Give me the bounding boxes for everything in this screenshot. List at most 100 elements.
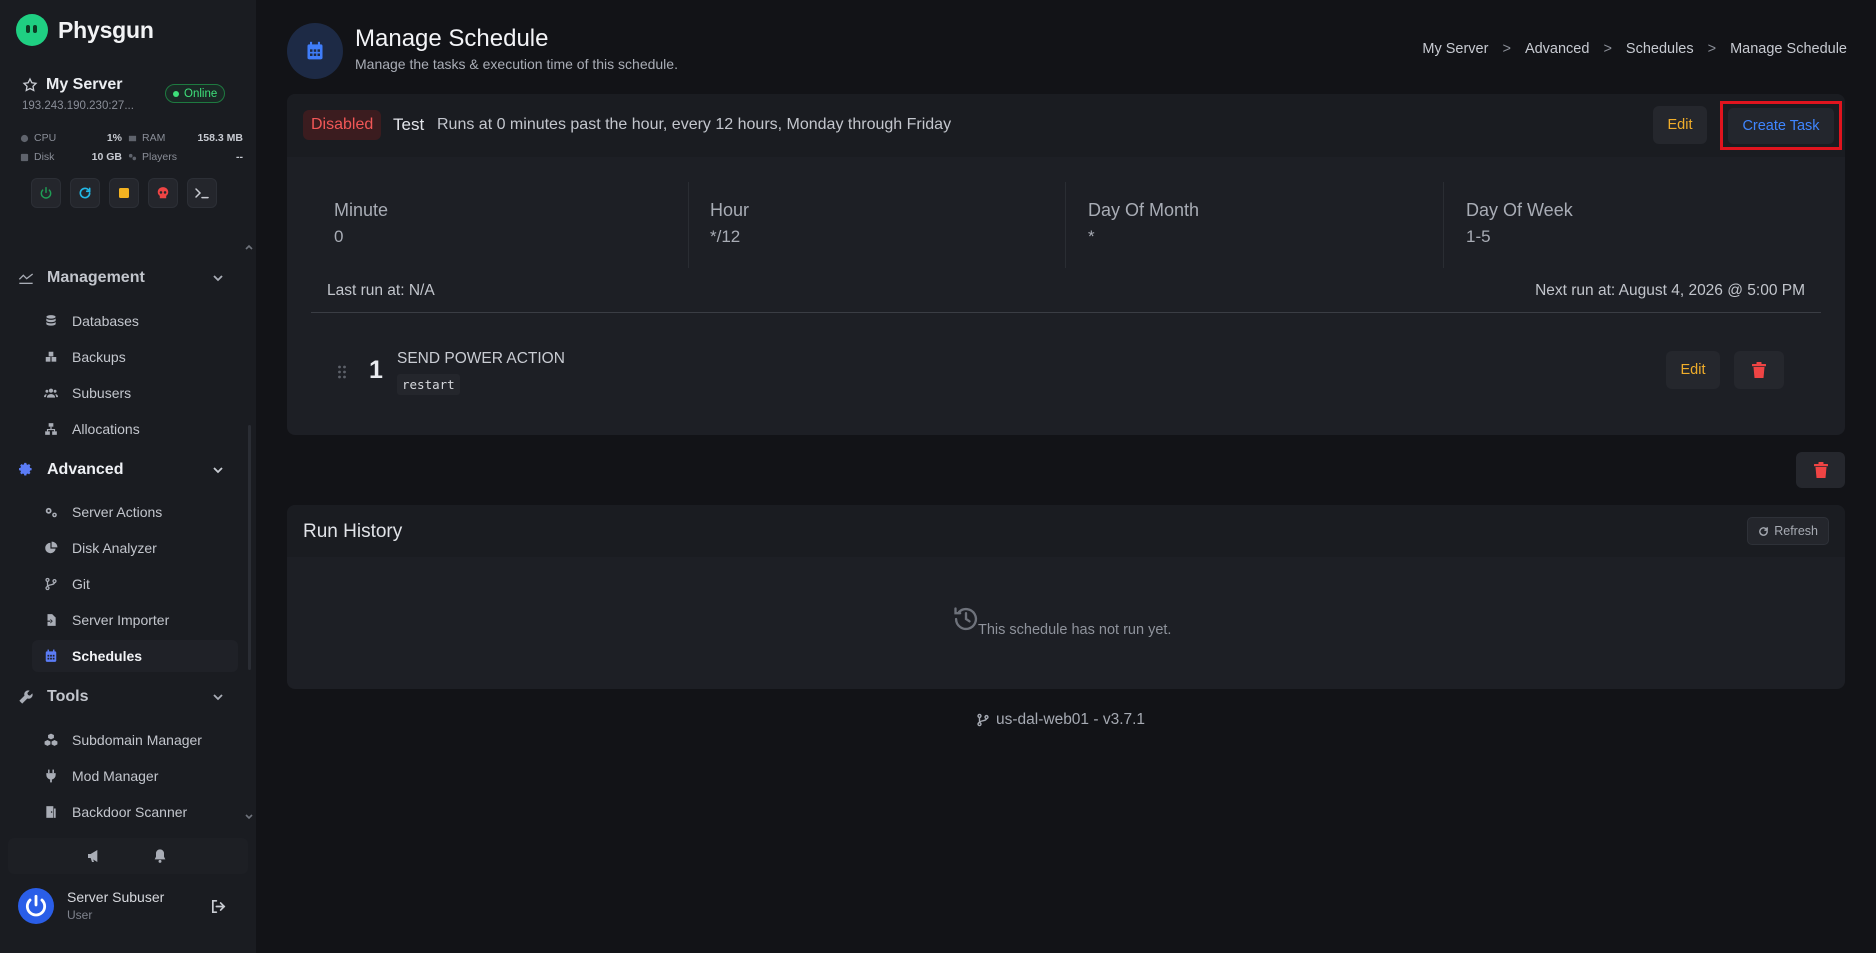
calendar-icon — [307, 41, 323, 60]
schedule-card: Disabled Test Runs at 0 minutes past the… — [287, 94, 1845, 435]
page-subtitle: Manage the tasks & execution time of thi… — [355, 56, 678, 72]
task-number: 1 — [369, 356, 383, 384]
sidebar: Physgun My Server Online 193.243.190.230… — [0, 0, 256, 953]
nav-section-label: Advanced — [47, 461, 124, 478]
scroll-up-chevron-icon[interactable] — [244, 242, 254, 252]
sidebar-item-backups[interactable]: Backups — [32, 341, 238, 373]
cron-day-of-month: Day Of Month * — [1065, 182, 1443, 268]
history-icon — [954, 607, 978, 631]
sidebar-item-schedules[interactable]: Schedules — [32, 640, 238, 672]
edit-task-button[interactable]: Edit — [1666, 351, 1720, 389]
breadcrumb-advanced[interactable]: Advanced — [1525, 41, 1590, 57]
sidebar-item-label: Subdomain Manager — [72, 732, 202, 748]
network-icon — [45, 423, 57, 435]
sidebar-item-databases[interactable]: Databases — [32, 305, 238, 337]
sidebar-item-label: Backups — [72, 349, 126, 365]
megaphone-icon[interactable] — [86, 848, 102, 864]
scroll-down-chevron-icon[interactable] — [244, 812, 254, 822]
sidebar-item-mod-manager[interactable]: Mod Manager — [32, 760, 238, 792]
refresh-button[interactable]: Refresh — [1747, 517, 1829, 545]
page-title: Manage Schedule — [355, 25, 549, 52]
schedule-header: Disabled Test Runs at 0 minutes past the… — [287, 94, 1845, 157]
wrench-icon — [19, 690, 33, 704]
sidebar-item-backdoor-scanner[interactable]: Backdoor Scanner — [32, 796, 238, 828]
empty-state-text: This schedule has not run yet. — [978, 622, 1172, 638]
logout-icon[interactable] — [210, 898, 227, 915]
server-card: My Server Online 193.243.190.230:27... C… — [8, 64, 248, 222]
ram-icon — [128, 135, 137, 141]
restart-button[interactable] — [70, 178, 100, 208]
cpu-stat-label: CPU — [20, 132, 56, 144]
breadcrumb-my-server[interactable]: My Server — [1422, 41, 1488, 57]
sidebar-item-subdomain-manager[interactable]: Subdomain Manager — [32, 724, 238, 756]
version-text: us-dal-web01 - v3.7.1 — [996, 711, 1146, 728]
server-ip[interactable]: 193.243.190.230:27... — [22, 100, 134, 112]
drag-handle-icon[interactable] — [337, 365, 347, 379]
edit-schedule-button[interactable]: Edit — [1653, 106, 1707, 144]
trash-icon — [1813, 462, 1828, 478]
plug-icon — [46, 769, 56, 783]
sidebar-item-label: Git — [72, 576, 90, 592]
brand[interactable]: Physgun — [16, 14, 154, 46]
nav-section-label: Management — [47, 269, 145, 286]
sidebar-item-label: Subusers — [72, 385, 132, 401]
chevron-down-icon — [213, 694, 223, 701]
schedule-description: Runs at 0 minutes past the hour, every 1… — [437, 116, 952, 133]
calendar-icon — [45, 649, 57, 662]
delete-schedule-button[interactable] — [1796, 452, 1845, 488]
gears-icon — [45, 507, 57, 518]
divider — [311, 312, 1821, 313]
sidebar-item-subusers[interactable]: Subusers — [32, 377, 238, 409]
bell-icon[interactable] — [152, 848, 168, 864]
sidebar-scrollbar[interactable] — [248, 425, 251, 670]
git-branch-icon — [977, 713, 989, 727]
disk-stat-value: 10 GB — [91, 151, 122, 163]
refresh-label: Refresh — [1774, 524, 1818, 538]
next-run-text: Next run at: August 4, 2026 @ 5:00 PM — [1535, 282, 1805, 299]
players-stat-value: -- — [236, 151, 243, 163]
last-run-text: Last run at: N/A — [327, 282, 435, 299]
file-import-icon — [45, 614, 56, 626]
players-stat-label: Players — [128, 151, 177, 163]
stop-button[interactable] — [109, 178, 139, 208]
trash-icon — [1752, 362, 1766, 378]
create-task-button[interactable]: Create Task — [1728, 107, 1834, 144]
power-icon — [40, 187, 52, 199]
cron-value: 1-5 — [1466, 227, 1491, 246]
sidebar-item-git[interactable]: Git — [32, 568, 238, 600]
delete-task-button[interactable] — [1734, 351, 1784, 389]
nav-section-tools[interactable]: Tools — [8, 677, 240, 717]
chevron-down-icon — [213, 467, 223, 474]
sidebar-item-allocations[interactable]: Allocations — [32, 413, 238, 445]
sidebar-item-server-actions[interactable]: Server Actions — [32, 496, 238, 528]
door-icon — [46, 806, 56, 818]
breadcrumb-schedules[interactable]: Schedules — [1626, 41, 1694, 57]
cron-day-of-week: Day Of Week 1-5 — [1443, 182, 1821, 268]
disk-icon — [20, 153, 29, 161]
sidebar-item-server-importer[interactable]: Server Importer — [32, 604, 238, 636]
cron-label: Day Of Month — [1088, 200, 1200, 220]
nav-section-management[interactable]: Management — [8, 258, 240, 298]
task-row: 1 SEND POWER ACTION restart Edit — [311, 332, 1821, 412]
cpu-icon — [20, 134, 29, 142]
cron-minute: Minute 0 — [287, 182, 665, 268]
cron-label: Hour — [710, 200, 750, 220]
console-icon — [195, 188, 209, 199]
star-icon[interactable] — [22, 77, 38, 93]
nav-section-advanced[interactable]: Advanced — [8, 450, 240, 490]
schedule-name: Test — [393, 115, 425, 134]
management-icon — [18, 273, 34, 284]
backup-icon — [45, 351, 57, 362]
sidebar-item-disk-analyzer[interactable]: Disk Analyzer — [32, 532, 238, 564]
git-branch-icon — [45, 577, 57, 591]
breadcrumb-separator: > — [1502, 41, 1511, 57]
user-profile[interactable]: Server Subuser User — [18, 886, 238, 928]
header-icon — [287, 23, 343, 79]
avatar[interactable] — [18, 888, 54, 924]
power-start-button[interactable] — [31, 178, 61, 208]
console-button[interactable] — [187, 178, 217, 208]
server-name: My Server — [46, 76, 123, 93]
restart-icon — [79, 187, 91, 199]
task-title: SEND POWER ACTION — [397, 350, 565, 367]
kill-button[interactable] — [148, 178, 178, 208]
